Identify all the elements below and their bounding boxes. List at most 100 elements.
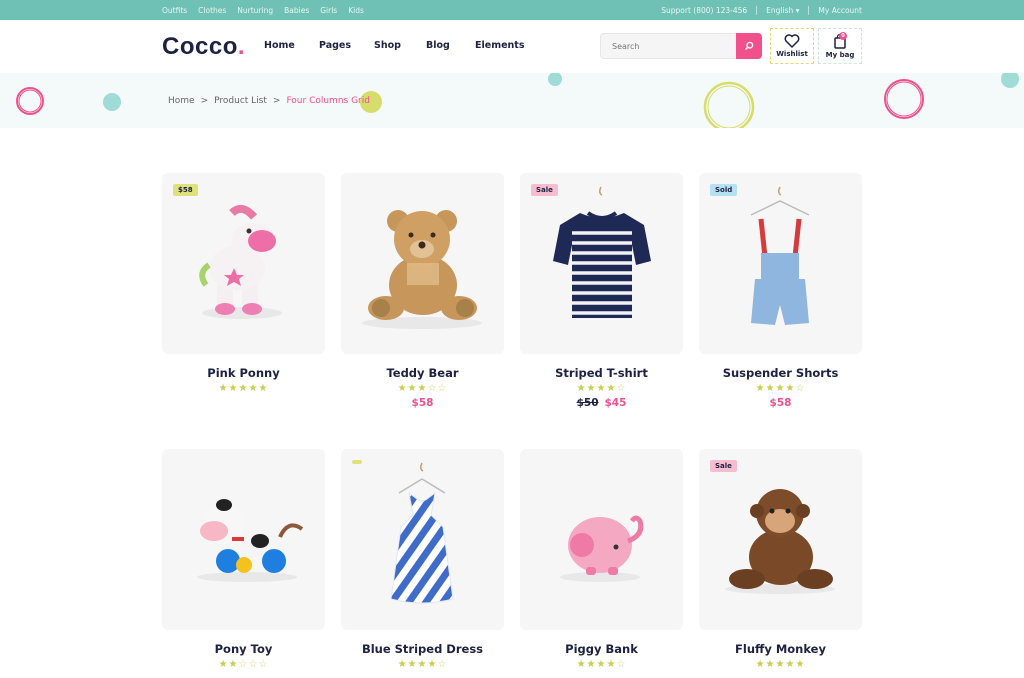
product-name[interactable]: Piggy Bank [520,642,683,656]
language-select[interactable]: English ▾ [766,6,799,15]
site-logo[interactable]: Cocco. [162,33,245,61]
product-card-4[interactable]: Sold Suspender Shorts ★★★★☆ $58 [699,173,862,409]
product-card-1[interactable]: $58 Pink Ponny ★★★★★ [162,173,325,397]
top-link-girls[interactable]: Girls [320,6,337,15]
star-filled-icon: ★ [228,659,239,670]
star-filled-icon: ★ [775,383,786,394]
product-price: $50 $45 [520,397,683,409]
product-name[interactable]: Blue Striped Dress [341,642,504,656]
search-input[interactable] [601,34,737,58]
top-link-clothes[interactable]: Clothes [198,6,226,15]
star-filled-icon: ★ [258,383,269,394]
star-filled-icon: ★ [586,383,597,394]
product-card-5[interactable]: Pony Toy ★★☆☆☆ [162,449,325,673]
product-image[interactable]: Sold [699,173,862,354]
heart-icon [784,34,800,48]
star-filled-icon: ★ [765,659,776,670]
star-filled-icon: ★ [228,383,239,394]
sale-badge: Sale [531,184,558,196]
star-empty-icon: ☆ [258,659,269,670]
product-rating: ★★★★☆ [699,383,862,394]
divider [808,6,810,15]
breadcrumb-product-list[interactable]: Product List [214,96,267,106]
page-banner: Home > Product List > Four Columns Grid [0,73,1024,128]
star-filled-icon: ★ [238,383,249,394]
product-name[interactable]: Fluffy Monkey [699,642,862,656]
star-filled-icon: ★ [586,659,597,670]
star-filled-icon: ★ [755,383,766,394]
top-bar: Outfits Clothes Nurturing Babies Girls K… [0,0,1024,20]
top-link-nurturing[interactable]: Nurturing [237,6,273,15]
product-current-price: $58 [769,397,792,409]
star-empty-icon: ☆ [248,659,259,670]
star-filled-icon: ★ [785,659,796,670]
wishlist-label: Wishlist [776,50,808,58]
product-name[interactable]: Striped T-shirt [520,366,683,380]
nav-blog[interactable]: Blog [426,40,450,51]
star-empty-icon: ☆ [437,383,448,394]
star-filled-icon: ★ [576,659,587,670]
product-image[interactable] [341,173,504,354]
product-rating: ★★☆☆☆ [162,659,325,670]
top-bar-right: Support (800) 123-456 English ▾ My Accou… [661,6,862,15]
star-filled-icon: ★ [606,659,617,670]
logo-dot: . [237,33,246,60]
product-card-3[interactable]: Sale Striped T-shirt ★★★★☆ $50 $45 [520,173,683,409]
wishlist-button[interactable]: Wishlist [770,28,814,64]
tshirt-icon [520,173,683,354]
star-empty-icon: ☆ [616,659,627,670]
product-image[interactable]: Sale [699,449,862,630]
star-filled-icon: ★ [218,659,229,670]
product-price: $58 [699,397,862,409]
star-filled-icon: ★ [407,659,418,670]
product-card-2[interactable]: Teddy Bear ★★★☆☆ $58 [341,173,504,409]
cart-count-badge: 0 [839,32,847,40]
chevron-down-icon: ▾ [795,6,800,15]
product-image[interactable]: Sale [520,173,683,354]
top-link-babies[interactable]: Babies [284,6,309,15]
nav-shop[interactable]: Shop [374,40,401,51]
product-current-price: $58 [411,397,434,409]
nav-pages[interactable]: Pages [319,40,351,51]
star-filled-icon: ★ [606,383,617,394]
star-filled-icon: ★ [596,659,607,670]
product-card-7[interactable]: Piggy Bank ★★★★☆ [520,449,683,673]
star-filled-icon: ★ [417,659,428,670]
product-name[interactable]: Teddy Bear [341,366,504,380]
product-name[interactable]: Suspender Shorts [699,366,862,380]
star-empty-icon: ☆ [437,659,448,670]
product-card-6[interactable]: Blue Striped Dress ★★★★☆ [341,449,504,673]
product-image[interactable]: $58 [162,173,325,354]
decorative-shapes [16,73,1019,128]
top-link-outfits[interactable]: Outfits [162,6,187,15]
main-header: Cocco. Home Pages Shop Blog Elements Wis… [0,20,1024,73]
toy-horse-icon [162,173,325,354]
search-button[interactable] [736,33,762,59]
product-rating: ★★★★★ [699,659,862,670]
product-old-price: $50 [576,397,599,409]
top-category-links: Outfits Clothes Nurturing Babies Girls K… [162,6,364,15]
bag-label: My bag [825,51,855,59]
cart-button[interactable]: 0 My bag [818,28,862,64]
star-empty-icon: ☆ [427,383,438,394]
nav-home[interactable]: Home [264,40,295,51]
product-image[interactable] [162,449,325,630]
top-link-kids[interactable]: Kids [348,6,364,15]
monkey-toy-icon [699,449,862,630]
overalls-icon [699,173,862,354]
product-name[interactable]: Pink Ponny [162,366,325,380]
breadcrumb-home[interactable]: Home [168,96,195,106]
nav-elements[interactable]: Elements [475,40,525,51]
divider [756,6,758,15]
product-rating: ★★★★☆ [520,659,683,670]
product-image[interactable] [341,449,504,630]
my-account-link[interactable]: My Account [818,6,862,15]
product-image[interactable] [520,449,683,630]
star-filled-icon: ★ [785,383,796,394]
star-filled-icon: ★ [397,659,408,670]
product-rating: ★★★★☆ [520,383,683,394]
dress-icon [341,449,504,630]
product-rating: ★★★☆☆ [341,383,504,394]
product-name[interactable]: Pony Toy [162,642,325,656]
product-card-8[interactable]: Sale Fluffy Monkey ★★★★★ [699,449,862,673]
